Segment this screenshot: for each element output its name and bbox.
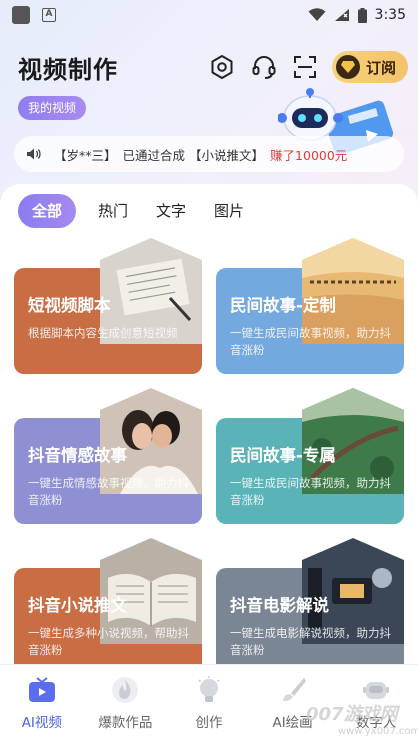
my-video-button[interactable]: 我的视频 xyxy=(18,96,87,120)
tab-hot[interactable]: 热门 xyxy=(98,194,128,228)
content-panel: 全部 热门 文字 图片 短视频脚本 根据脚本内容生成创意短视频 民间故事-定制 … xyxy=(0,184,418,664)
card-desc: 一键生成民间故事视频，助力抖音涨粉 xyxy=(230,476,391,507)
tab-all[interactable]: 全部 xyxy=(18,194,77,228)
announcement-ticker: 【岁**三】 已通过合成 【小说推文】 赚了10000元 xyxy=(14,136,404,172)
scan-icon[interactable] xyxy=(292,54,318,80)
category-tabs: 全部 热门 文字 图片 xyxy=(18,194,272,228)
settings-icon[interactable] xyxy=(209,54,235,80)
card-desc: 一键生成多种小说视频，帮助抖音涨粉 xyxy=(28,626,189,657)
card-desc: 一键生成情感故事视频，助力抖音涨粉 xyxy=(28,476,189,507)
nav-create[interactable]: 创作 xyxy=(167,665,251,743)
page-title: 视频制作 xyxy=(18,56,118,84)
card-title: 民间故事-专属 xyxy=(230,446,336,465)
card-title: 短视频脚本 xyxy=(28,296,111,315)
a-notification-icon: A xyxy=(42,8,56,22)
tab-image[interactable]: 图片 xyxy=(214,194,244,228)
diamond-icon xyxy=(336,55,360,79)
template-card-folk-story-exclusive[interactable]: 民间故事-专属 一键生成民间故事视频，助力抖音涨粉 xyxy=(216,388,404,524)
nav-label: 创作 xyxy=(195,715,223,731)
headset-icon[interactable] xyxy=(251,54,277,80)
app-notification-icon xyxy=(12,6,30,24)
card-title: 民间故事-定制 xyxy=(230,296,336,315)
ticker-action: 已通过合成 xyxy=(122,147,186,163)
template-card-novel-promo[interactable]: 抖音小说推文 一键生成多种小说视频，帮助抖音涨粉 xyxy=(14,538,202,664)
status-bar: A 3:35 xyxy=(0,0,418,30)
nav-label: 爆款作品 xyxy=(98,715,153,731)
ticker-earned: 赚了10000元 xyxy=(270,147,348,163)
signal-icon xyxy=(334,9,349,21)
card-title: 抖音电影解说 xyxy=(230,596,329,615)
tab-text[interactable]: 文字 xyxy=(156,194,186,228)
template-card-short-video-script[interactable]: 短视频脚本 根据脚本内容生成创意短视频 xyxy=(14,238,202,374)
card-desc: 一键生成电影解说视频，助力抖音涨粉 xyxy=(230,626,391,657)
bulb-icon xyxy=(198,676,220,702)
card-title: 抖音小说推文 xyxy=(28,596,127,615)
watermark-url: www.yx007.com xyxy=(338,726,418,737)
nav-label: AI视频 xyxy=(21,715,62,731)
speaker-icon xyxy=(27,148,41,160)
flame-icon xyxy=(112,677,139,703)
subscribe-label: 订阅 xyxy=(366,58,397,77)
nav-hot-works[interactable]: 爆款作品 xyxy=(84,665,168,743)
template-card-folk-story-custom[interactable]: 民间故事-定制 一键生成民间故事视频，助力抖音涨粉 xyxy=(216,238,404,374)
ticker-topic: 【小说推文】 xyxy=(189,147,265,163)
card-title: 抖音情感故事 xyxy=(28,446,127,465)
template-card-emotional-story[interactable]: 抖音情感故事 一键生成情感故事视频，助力抖音涨粉 xyxy=(14,388,202,524)
status-time: 3:35 xyxy=(374,7,406,23)
template-card-movie-commentary[interactable]: 抖音电影解说 一键生成电影解说视频，助力抖音涨粉 xyxy=(216,538,404,664)
card-desc: 根据脚本内容生成创意短视频 xyxy=(28,326,178,340)
brush-icon xyxy=(282,678,306,702)
battery-icon xyxy=(357,7,367,23)
nav-ai-video[interactable]: AI视频 xyxy=(0,665,84,743)
watermark-text: 007游戏网 xyxy=(306,704,398,725)
ticker-user: 【岁**三】 xyxy=(54,147,117,163)
wifi-icon xyxy=(308,8,326,21)
tv-icon xyxy=(28,677,55,702)
card-desc: 一键生成民间故事视频，助力抖音涨粉 xyxy=(230,326,391,357)
